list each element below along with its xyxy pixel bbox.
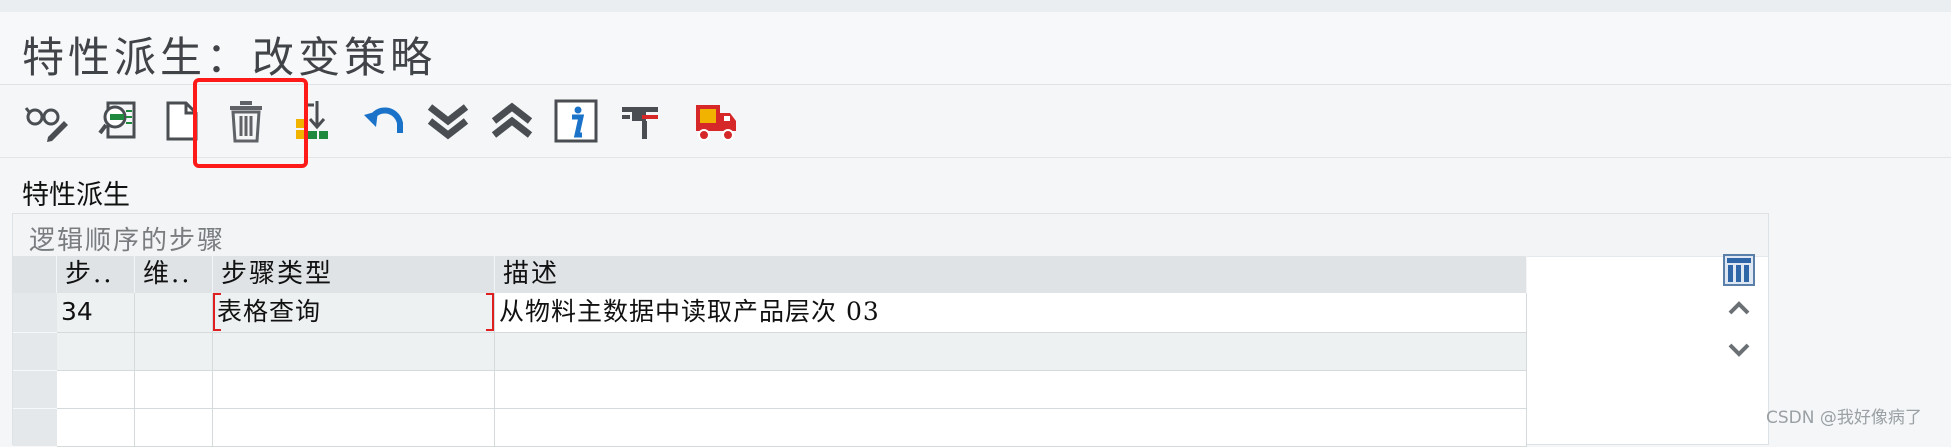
column-header-step-type[interactable]: 步骤类型 <box>213 256 495 293</box>
column-header-dimension[interactable]: 维.. <box>135 256 213 293</box>
info-icon <box>554 99 598 143</box>
cell-step-type[interactable] <box>213 409 495 447</box>
paragraph-button[interactable] <box>614 95 666 147</box>
scroll-up-icon <box>1728 301 1750 315</box>
row-selector[interactable] <box>13 409 57 447</box>
table-settings-button[interactable] <box>1720 252 1758 288</box>
delete-highlight-box <box>193 78 308 168</box>
paragraph-icon <box>622 107 658 139</box>
title-bar: 特性派生：改变策略 <box>0 12 1951 85</box>
cell-step[interactable]: 34 <box>57 293 135 333</box>
cell-description[interactable]: 从物料主数据中读取产品层次 03 <box>495 293 1527 333</box>
cell-step[interactable] <box>57 371 135 409</box>
find-icon <box>98 101 136 139</box>
info-button[interactable] <box>550 95 602 147</box>
expand-all-button[interactable] <box>422 95 474 147</box>
collapse-all-button[interactable] <box>486 95 538 147</box>
transport-icon <box>696 105 736 141</box>
row-selector[interactable] <box>13 371 57 409</box>
cell-step-type[interactable]: 表格查询 <box>213 293 495 333</box>
cell-description[interactable] <box>495 409 1527 447</box>
select-all-header[interactable] <box>13 256 57 293</box>
undo-icon <box>364 107 403 133</box>
scroll-down-button[interactable] <box>1720 332 1758 368</box>
find-button[interactable] <box>94 95 146 147</box>
cell-step[interactable] <box>57 333 135 371</box>
scroll-up-button[interactable] <box>1720 290 1758 326</box>
cell-dimension[interactable] <box>135 293 213 333</box>
section-label: 特性派生 <box>22 180 130 211</box>
selection-bracket-left <box>213 293 221 331</box>
cell-description[interactable] <box>495 371 1527 409</box>
cell-step[interactable] <box>57 409 135 447</box>
column-header-step[interactable]: 步.. <box>57 256 135 293</box>
transport-button[interactable] <box>690 95 742 147</box>
undo-button[interactable] <box>358 95 410 147</box>
column-header-description[interactable]: 描述 <box>495 256 1527 293</box>
display-change-icon <box>24 107 68 142</box>
display-change-button[interactable] <box>20 95 72 147</box>
collapse-all-icon <box>491 102 533 138</box>
steps-panel: 逻辑顺序的步骤 步.. 维.. 步骤类型 描述 34 表格查询 从物料主数据中读… <box>12 213 1769 447</box>
selection-bracket-right <box>486 293 494 331</box>
cell-step-type[interactable] <box>213 371 495 409</box>
cell-dimension[interactable] <box>135 409 213 447</box>
scroll-down-icon <box>1728 343 1750 357</box>
row-selector[interactable] <box>13 333 57 371</box>
cell-dimension[interactable] <box>135 371 213 409</box>
page-title: 特性派生：改变策略 <box>22 33 437 82</box>
expand-all-icon <box>427 104 469 140</box>
table-settings-icon <box>1723 254 1755 286</box>
panel-title: 逻辑顺序的步骤 <box>29 226 226 256</box>
cell-step-type-text: 表格查询 <box>217 297 322 326</box>
cell-dimension[interactable] <box>135 333 213 371</box>
watermark: CSDN @我好像病了 <box>1766 408 1922 428</box>
cell-description[interactable] <box>495 333 1527 371</box>
panel-header: 逻辑顺序的步骤 <box>13 214 1768 257</box>
window-top-edge <box>0 0 1951 12</box>
cell-step-type[interactable] <box>213 333 495 371</box>
row-selector[interactable] <box>13 293 57 333</box>
